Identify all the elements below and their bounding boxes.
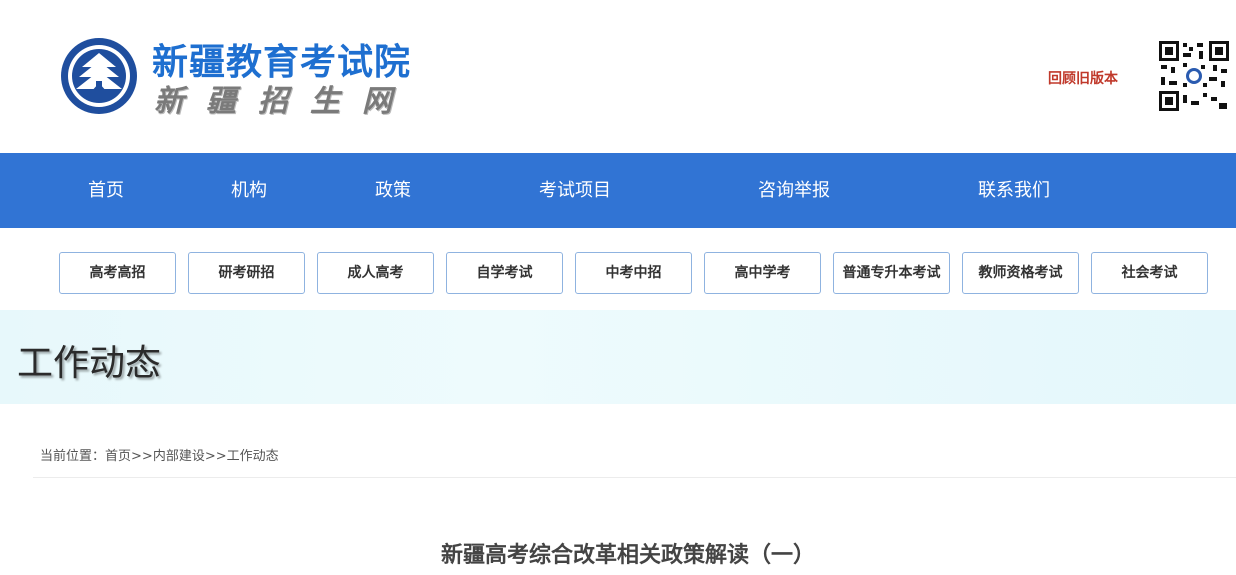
category-button-adult[interactable]: 成人高考 [317,252,434,294]
nav-item-exam-projects[interactable]: 考试项目 [539,153,611,228]
breadcrumb-separator: >> [204,449,227,464]
breadcrumb-current[interactable]: 工作动态 [227,449,279,464]
category-button-academic-test[interactable]: 高中学考 [704,252,821,294]
category-button-gaokao[interactable]: 高考高招 [59,252,176,294]
breadcrumb-section[interactable]: 内部建设 [153,449,205,464]
category-button-social[interactable]: 社会考试 [1091,252,1208,294]
nav-item-contact-us[interactable]: 联系我们 [978,153,1050,228]
category-button-upgrade[interactable]: 普通专升本考试 [833,252,950,294]
qr-code-icon [1159,41,1229,111]
breadcrumb-separator: >> [131,449,153,464]
exam-category-bar: 高考高招 研考研招 成人高考 自学考试 中考中招 高中学考 普通专升本考试 教师… [0,228,1236,310]
divider [33,477,1236,478]
category-button-teacher-cert[interactable]: 教师资格考试 [962,252,1079,294]
logo-emblem-icon[interactable] [60,37,138,115]
category-button-zhongkao[interactable]: 中考中招 [575,252,692,294]
old-version-link[interactable]: 回顾旧版本 [1048,68,1118,88]
site-header: 新疆教育考试院 新疆招生网 回顾旧版本 [0,0,1236,153]
breadcrumb-home[interactable]: 首页 [105,449,131,464]
nav-item-organization[interactable]: 机构 [231,153,267,228]
category-button-self-study[interactable]: 自学考试 [446,252,563,294]
main-nav: 首页 机构 政策 考试项目 咨询举报 联系我们 [0,153,1236,228]
breadcrumb-prefix: 当前位置： [40,449,106,464]
breadcrumb: 当前位置：首页>>内部建设>>工作动态 [40,445,279,464]
nav-item-home[interactable]: 首页 [88,153,124,228]
nav-item-consult-report[interactable]: 咨询举报 [758,153,830,228]
section-banner: 工作动态 [0,310,1236,404]
section-title: 工作动态 [17,343,162,384]
article-title: 新疆高考综合改革相关政策解读（一） [440,543,815,568]
nav-item-policy[interactable]: 政策 [375,153,411,228]
category-button-graduate[interactable]: 研考研招 [188,252,305,294]
site-subtitle: 新疆招生网 [154,84,414,119]
